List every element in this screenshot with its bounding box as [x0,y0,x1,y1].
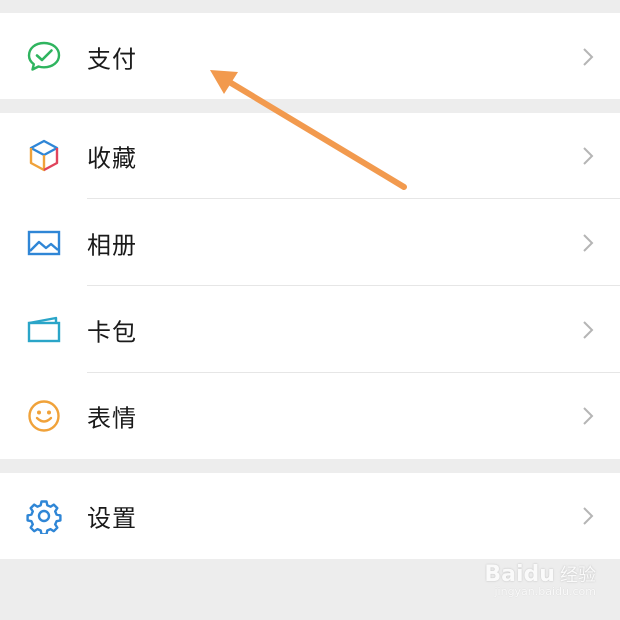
menu-item-stickers-label: 表情 [87,404,137,433]
menu-item-cards-label: 卡包 [87,318,137,346]
chevron-right-icon [583,147,594,165]
watermark-url: jingyan.baidu.com [494,585,596,598]
me-page: 支付 收藏 相册 卡包 表情 设置 Baidu 经验 jingyan.baidu… [0,0,620,620]
watermark-brand-suffix: du [523,562,555,587]
wechat-pay-icon [27,41,61,71]
menu-item-album-label: 相册 [87,231,137,259]
chevron-right-icon [583,233,594,252]
baidu-jingyan-watermark: Baidu 经验 jingyan.baidu.com [484,561,596,598]
cube-icon [29,139,59,172]
menu-item-pay-label: 支付 [87,45,137,73]
menu-item-stickers[interactable]: 表情 [0,373,620,459]
group-main: 收藏 相册 卡包 表情 [0,113,620,459]
chevron-right-icon [583,507,594,525]
gear-icon [26,500,62,534]
menu-item-settings-label: 设置 [87,504,137,533]
menu-item-settings[interactable]: 设置 [0,473,620,559]
wallet-icon [27,316,61,342]
menu-item-favorites[interactable]: 收藏 [0,113,620,199]
menu-item-pay[interactable]: 支付 [0,13,620,100]
chevron-right-icon [583,47,594,66]
chevron-right-icon [583,407,594,425]
photo-icon [27,230,61,255]
watermark-brand-cn: 经验 [560,565,596,586]
smiley-icon [28,400,60,432]
menu-item-cards[interactable]: 卡包 [0,286,620,373]
group-pay: 支付 [0,13,620,99]
menu-item-favorites-label: 收藏 [87,144,137,173]
chevron-right-icon [583,320,594,339]
group-settings: 设置 [0,473,620,559]
menu-item-album[interactable]: 相册 [0,199,620,286]
watermark-brand: Bai [484,562,524,587]
